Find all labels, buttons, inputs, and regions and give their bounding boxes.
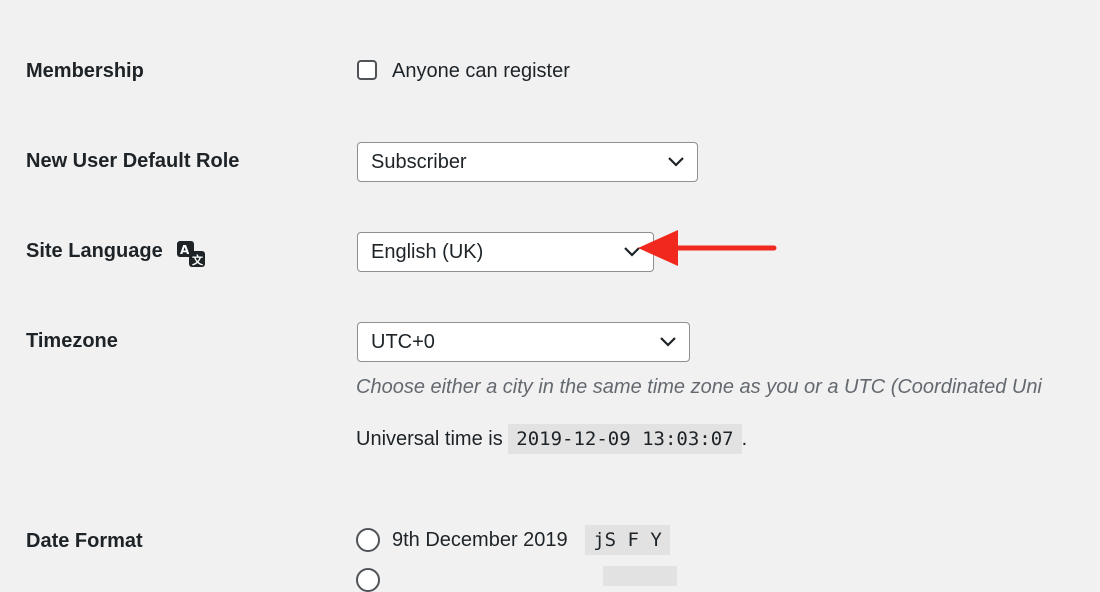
- date-format-radio[interactable]: [356, 528, 380, 552]
- site-language-select[interactable]: English (UK): [357, 232, 654, 272]
- date-format-option-text: 9th December 2019: [392, 529, 568, 551]
- chevron-down-icon: [660, 337, 676, 347]
- default-role-select[interactable]: Subscriber: [357, 142, 698, 182]
- anyone-can-register-label[interactable]: Anyone can register: [392, 60, 570, 83]
- date-format-option-label[interactable]: 9th December 2019 jS F Y: [392, 525, 670, 555]
- universal-time-line: Universal time is 2019-12-09 13:03:07.: [356, 424, 748, 454]
- timezone-label: Timezone: [26, 330, 118, 352]
- timezone-value: UTC+0: [371, 331, 435, 353]
- svg-text:文: 文: [192, 253, 204, 267]
- site-language-value: English (UK): [371, 241, 484, 263]
- annotation-arrow: [638, 230, 777, 266]
- anyone-can-register-checkbox[interactable]: [357, 60, 377, 80]
- membership-label: Membership: [26, 60, 144, 82]
- default-role-value: Subscriber: [371, 151, 467, 173]
- timezone-description: Choose either a city in the same time zo…: [356, 376, 1042, 398]
- universal-time-value: 2019-12-09 13:03:07: [508, 424, 742, 454]
- date-format-radio[interactable]: [356, 568, 380, 592]
- svg-text:A: A: [180, 243, 190, 257]
- date-format-code-partial: [603, 566, 677, 586]
- chevron-down-icon: [668, 157, 684, 167]
- translation-icon: A 文: [177, 241, 205, 267]
- default-role-label: New User Default Role: [26, 150, 240, 172]
- universal-time-prefix: Universal time is: [356, 428, 503, 450]
- universal-time-suffix: .: [741, 428, 748, 450]
- date-format-option-code: jS F Y: [585, 525, 670, 555]
- site-language-label: Site Language: [26, 240, 163, 262]
- date-format-label: Date Format: [26, 530, 143, 552]
- timezone-select[interactable]: UTC+0: [357, 322, 690, 362]
